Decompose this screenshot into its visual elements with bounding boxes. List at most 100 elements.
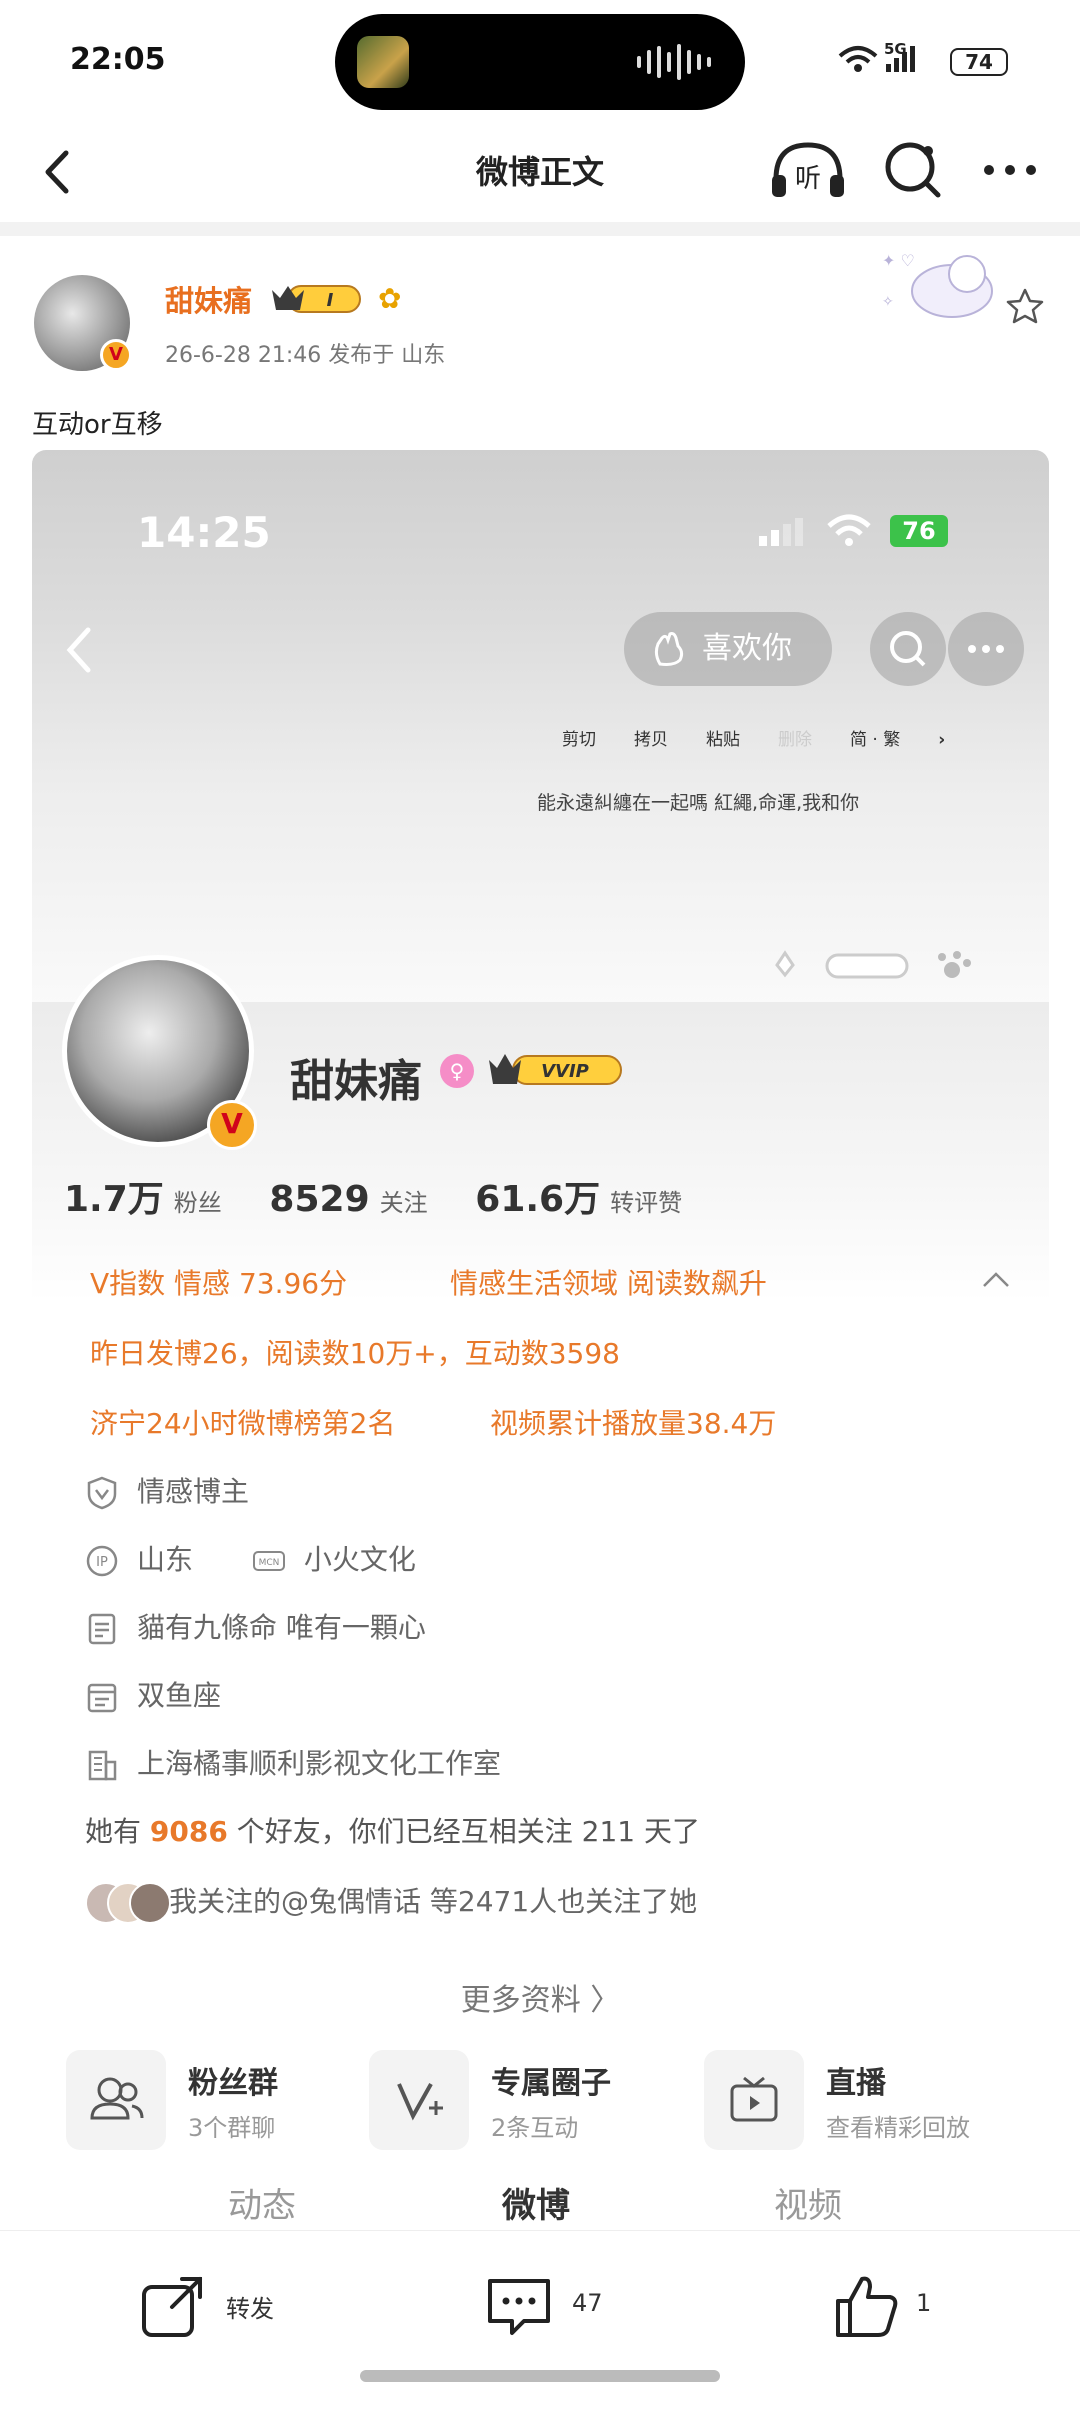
embedded-search-button	[870, 612, 946, 686]
home-indicator[interactable]	[360, 2370, 720, 2382]
tile-sub: 3个群聊	[188, 2114, 276, 2142]
tile-title: 专属圈子	[491, 2066, 611, 2101]
fans-label: 粉丝	[173, 1189, 222, 1217]
female-icon: ♀	[440, 1054, 474, 1088]
company-text: 上海橘事顺利影视文化工作室	[137, 1747, 502, 1780]
sunflower-icon: ✿	[378, 282, 402, 315]
field-tag: 情感生活领域 阅读数飙升	[450, 1267, 767, 1300]
listen-headphone-icon[interactable]: 听	[768, 135, 848, 205]
ip-location-icon: IP	[86, 1545, 118, 1577]
menu-cut: 剪切	[562, 730, 596, 750]
mcn-text: 小火文化	[303, 1543, 416, 1576]
mcn-icon: MCN	[252, 1551, 285, 1571]
calendar-icon	[87, 1683, 117, 1713]
follow-label: 关注	[379, 1189, 428, 1217]
profile-stats: 1.7万 粉丝 8529 关注 61.6万 转评赞	[64, 1170, 722, 1222]
menu-simp-trad: 简 · 繁	[850, 730, 901, 750]
author-name[interactable]: 甜妹痛	[165, 278, 252, 320]
menu-copy: 拷贝	[634, 730, 668, 750]
svg-text:IP: IP	[96, 1555, 108, 1570]
v-index: V指数 情感 73.96分	[90, 1267, 348, 1300]
likes-label: 转评赞	[610, 1189, 683, 1217]
role-row: 情感博主	[85, 1470, 249, 1510]
tile-title: 粉丝群	[188, 2066, 278, 2101]
repost-button[interactable]: 转发	[138, 2271, 338, 2341]
post-meta: 26-6-28 21:46 发布于 山东	[165, 343, 446, 368]
friends-count: 9086	[149, 1815, 228, 1848]
chevron-right-icon: ›	[938, 730, 946, 750]
chevron-up-icon	[983, 1272, 1009, 1287]
nav-bar: 微博正文 听	[0, 125, 1080, 225]
now-playing-thumbnail	[357, 36, 409, 88]
text-context-menu: 剪切 拷贝 粘贴 删除 简 · 繁 ›	[562, 725, 983, 765]
vip-crown-badge-icon: I	[272, 285, 361, 313]
tile-title: 直播	[826, 2066, 886, 2101]
search-icon[interactable]	[878, 135, 948, 205]
bio-text: 貓有九條命 唯有一顆心	[137, 1611, 426, 1644]
rank-tag: 济宁24小时微博榜第2名	[90, 1407, 396, 1440]
group-icon	[90, 2077, 144, 2120]
profile-tabs: 动态 微博 视频	[32, 2178, 1049, 2230]
embedded-battery: 76	[890, 515, 948, 547]
friends-row: 她有 9086 个好友，你们已经互相关注 211 天了	[85, 1810, 700, 1850]
search-icon	[890, 631, 926, 667]
friends-prefix: 她有	[85, 1815, 150, 1848]
zodiac-text: 双鱼座	[137, 1679, 222, 1712]
repost-label: 转发	[226, 2295, 274, 2323]
fan-group-tile: 粉丝群 3个群聊	[66, 2050, 366, 2150]
like-you-button: 喜欢你	[624, 612, 832, 686]
dynamic-island[interactable]	[335, 14, 745, 110]
circle-v-icon	[397, 2083, 443, 2121]
video-plays: 视频累计播放量38.4万	[490, 1407, 777, 1440]
fans-count: 1.7万	[64, 1179, 164, 1220]
paw-bone-doodle	[775, 950, 971, 979]
tab-dynamic: 动态	[228, 2186, 296, 2226]
status-time: 22:05	[70, 42, 166, 77]
menu-delete: 删除	[778, 730, 812, 750]
circle-tile: 专属圈子 2条互动	[369, 2050, 669, 2150]
verified-badge-icon: V	[100, 339, 132, 371]
thumbs-up-icon	[836, 2276, 898, 2337]
profile-signature: 能永遠糾纏在一起嗎 紅繩,命運,我和你	[537, 792, 860, 814]
favorite-star-icon[interactable]	[1005, 286, 1045, 326]
role-text: 情感博主	[137, 1475, 250, 1508]
svg-text:✧: ✧	[882, 294, 894, 310]
more-icon	[968, 645, 1004, 653]
comment-count: 47	[572, 2289, 603, 2317]
document-icon	[88, 1613, 116, 1645]
comment-icon	[488, 2279, 550, 2335]
embedded-more-button	[948, 612, 1024, 686]
tv-live-icon	[730, 2076, 778, 2122]
ip-mcn-row: IP 山东 MCN 小火文化	[85, 1538, 416, 1578]
section-divider	[0, 222, 1080, 236]
embedded-signal-icon	[759, 518, 803, 546]
like-count: 1	[916, 2289, 932, 2317]
menu-paste: 粘贴	[706, 730, 740, 750]
friends-suffix: 个好友，你们已经互相关注 211 天了	[227, 1815, 700, 1848]
bio-row: 貓有九條命 唯有一顆心	[85, 1606, 426, 1646]
like-button[interactable]: 1	[832, 2271, 972, 2341]
audio-wave-icon	[637, 44, 711, 80]
post-text: 互动or互移	[32, 410, 163, 440]
verified-badge-icon: V	[207, 1100, 257, 1150]
profile-name: 甜妹痛	[290, 1056, 422, 1107]
svg-text:MCN: MCN	[259, 1558, 280, 1568]
mutual-row: 我关注的@兔偶情话 等2471人也关注了她	[85, 1880, 697, 1926]
tab-weibo: 微博	[502, 2186, 570, 2226]
mutual-text: 我关注的@兔偶情话 等2471人也关注了她	[169, 1885, 698, 1918]
embedded-wifi-icon	[827, 514, 871, 546]
post-image[interactable]: 14:25 76 喜欢你 剪切 拷贝 粘贴 删除 简 · 繁 › 能永遠糾纏在一起嗎 紅繩…	[32, 450, 1049, 2230]
comment-button[interactable]: 47	[484, 2271, 644, 2341]
building-icon	[88, 1750, 117, 1781]
hand-wave-icon	[654, 632, 684, 666]
tile-sub: 查看精彩回放	[826, 2114, 970, 2142]
shield-v-icon	[87, 1476, 117, 1510]
yesterday-stats: 昨日发博26，阅读数10万+，互动数3598	[90, 1337, 620, 1370]
vvip-label: VVIP	[541, 1061, 589, 1082]
company-row: 上海橘事顺利影视文化工作室	[85, 1742, 501, 1782]
author-avatar[interactable]: V	[34, 275, 132, 371]
more-icon[interactable]	[975, 135, 1045, 205]
mutual-avatars	[85, 1880, 171, 1926]
embedded-back-icon	[66, 627, 91, 673]
tab-video: 视频	[774, 2186, 842, 2226]
